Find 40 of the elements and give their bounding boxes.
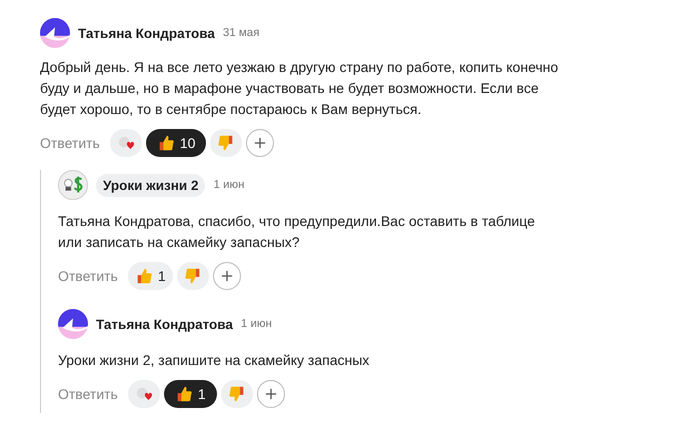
comment-date: 31 мая [222,27,260,39]
comment-text: Уроки жизни 2, запишите на скамейку запасных [58,351,370,370]
plus-icon [264,388,277,400]
thumbs-down-icon [217,134,236,152]
dislike-reaction-button[interactable] [220,380,253,408]
plus-icon [254,137,266,149]
dislike-reaction-button[interactable] [210,129,242,157]
heart-reaction-button[interactable] [110,129,142,157]
avatar-icon [58,170,88,200]
thumbs-up-icon [174,385,193,403]
reply-link[interactable]: Ответить [58,386,124,402]
author-name[interactable]: Татьяна Кондратова [96,314,233,334]
heart-reaction-button[interactable] [128,380,160,408]
thumbs-up-icon [134,267,153,285]
add-reaction-button[interactable] [246,129,274,157]
heart-icon [134,386,153,402]
reaction-count: 1 [158,268,166,284]
add-reaction-button[interactable] [256,380,285,408]
reply-link[interactable]: Ответить [40,135,106,151]
like-reaction-button[interactable]: 1 [164,380,217,408]
reaction-count: 10 [180,135,196,151]
like-reaction-button[interactable]: 10 [146,129,206,157]
avatar-icon [40,18,70,48]
dislike-reaction-button[interactable] [176,262,209,290]
plus-icon [220,270,233,282]
comment-date: 1 июн [240,318,272,330]
reaction-count: 1 [198,386,206,402]
reply-link[interactable]: Ответить [58,268,124,284]
like-reaction-button[interactable]: 1 [128,262,173,290]
comment-text: Добрый день. Я на все лето уезжаю в другую страну по работе, копить конечно буду и дальше, но в марафоне участвовать не будет возможности. Если все будет хорошо, то в сентябре постараюсь к Вам вернуться. [40,58,560,119]
avatar-icon [58,309,88,339]
comment-date: 1 июн [213,179,244,191]
thumbs-down-icon [228,385,246,403]
thumbs-up-icon [156,134,175,152]
heart-icon [116,135,135,151]
author-name[interactable]: Татьяна Кондратова [78,24,215,42]
author-name[interactable]: Уроки жизни 2 [96,174,206,196]
add-reaction-button[interactable] [212,262,241,290]
thumbs-down-icon [184,267,202,285]
comment-text: Татьяна Кондратова, спасибо, что предупредили.Вас оставить в таблице или записать на скамейку запасных? [58,212,536,252]
